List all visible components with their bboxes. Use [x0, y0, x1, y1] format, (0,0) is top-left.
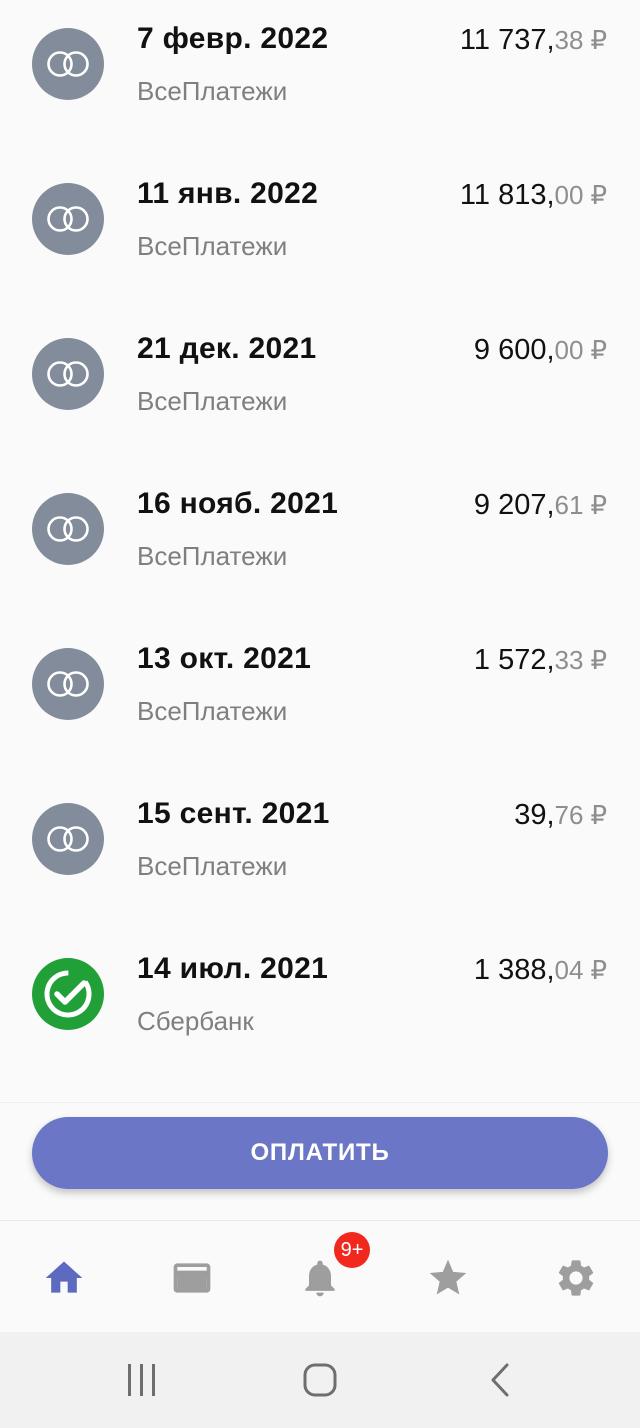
payment-system-icon — [32, 28, 104, 100]
nav-favorites[interactable] — [384, 1221, 512, 1333]
card-icon — [173, 1263, 211, 1293]
payment-provider: ВсеПлатежи — [137, 76, 288, 106]
payment-row[interactable]: 21 дек. 2021 ВсеПлатежи 9 600,00 ₽ — [0, 310, 640, 465]
amount-integer: 1 572, — [473, 644, 555, 676]
payment-provider: ВсеПлатежи — [137, 541, 288, 571]
payment-system-icon — [32, 803, 104, 875]
payment-system-icon — [32, 493, 104, 565]
payment-provider: Сбербанк — [137, 1006, 254, 1036]
payment-amount: 9 207,61 ₽ — [474, 489, 607, 522]
payment-provider: ВсеПлатежи — [137, 851, 288, 881]
payment-row[interactable]: 14 июл. 2021 Сбербанк 1 388,04 ₽ — [0, 930, 640, 1085]
payment-row[interactable]: 16 нояб. 2021 ВсеПлатежи 9 207,61 ₽ — [0, 465, 640, 620]
nav-home[interactable] — [0, 1221, 128, 1333]
app-screen: 7 февр. 2022 ВсеПлатежи 11 737,38 ₽ 11 ян… — [0, 0, 640, 1428]
bottom-navigation — [0, 1220, 640, 1332]
amount-fraction: 61 — [554, 490, 584, 520]
payment-amount: 11 813,00 ₽ — [460, 179, 607, 212]
back-button[interactable] — [458, 1332, 542, 1428]
currency-symbol: ₽ — [590, 490, 607, 520]
sberbank-logo-icon — [32, 958, 104, 1030]
pay-button[interactable]: ОПЛАТИТЬ — [32, 1117, 608, 1189]
back-chevron-icon — [491, 1363, 509, 1397]
payment-system-icon — [32, 183, 104, 255]
star-icon — [429, 1259, 467, 1295]
amount-fraction: 00 — [554, 335, 584, 365]
gear-icon — [558, 1260, 594, 1296]
payment-date: 16 нояб. 2021 — [137, 487, 339, 520]
nav-settings[interactable] — [512, 1221, 640, 1333]
payment-row[interactable]: 15 сент. 2021 ВсеПлатежи 39,76 ₽ — [0, 775, 640, 930]
amount-fraction: 04 — [554, 955, 584, 985]
payment-history-list: 7 февр. 2022 ВсеПлатежи 11 737,38 ₽ 11 ян… — [0, 0, 640, 1100]
amount-fraction: 38 — [554, 25, 584, 55]
recent-apps-button[interactable] — [100, 1332, 184, 1428]
payment-provider: ВсеПлатежи — [137, 231, 288, 261]
payment-date: 15 сент. 2021 — [137, 797, 330, 830]
payment-amount: 11 737,38 ₽ — [460, 24, 607, 57]
amount-integer: 11 813, — [459, 179, 555, 211]
home-outline-icon — [303, 1363, 337, 1397]
notification-badge: 9+ — [334, 1232, 370, 1268]
payment-date: 14 июл. 2021 — [137, 952, 329, 985]
payment-amount: 9 600,00 ₽ — [474, 334, 607, 367]
bell-icon — [305, 1260, 335, 1297]
payment-system-icon — [32, 338, 104, 410]
amount-integer: 11 737, — [459, 24, 555, 56]
payment-date: 21 дек. 2021 — [137, 332, 317, 365]
currency-symbol: ₽ — [590, 335, 607, 365]
pay-button-container: ОПЛАТИТЬ — [0, 1102, 640, 1220]
currency-symbol: ₽ — [590, 800, 607, 830]
amount-integer: 1 388, — [473, 954, 555, 986]
amount-fraction: 33 — [554, 645, 584, 675]
nav-cards[interactable] — [128, 1221, 256, 1333]
currency-symbol: ₽ — [590, 955, 607, 985]
payment-amount: 39,76 ₽ — [514, 799, 607, 832]
payment-amount: 1 388,04 ₽ — [474, 954, 607, 987]
payment-amount: 1 572,33 ₽ — [474, 644, 607, 677]
payment-row[interactable]: 7 февр. 2022 ВсеПлатежи 11 737,38 ₽ — [0, 0, 640, 155]
payment-row[interactable]: 11 янв. 2022 ВсеПлатежи 11 813,00 ₽ — [0, 155, 640, 310]
payment-system-icon — [32, 648, 104, 720]
payment-date: 13 окт. 2021 — [137, 642, 312, 675]
amount-fraction: 00 — [554, 180, 584, 210]
amount-integer: 39, — [514, 799, 555, 831]
amount-fraction: 76 — [554, 800, 584, 830]
recent-apps-icon — [128, 1364, 155, 1396]
currency-symbol: ₽ — [590, 25, 607, 55]
payment-provider: ВсеПлатежи — [137, 696, 288, 726]
system-navigation-bar — [0, 1332, 640, 1428]
amount-integer: 9 600, — [473, 334, 555, 366]
currency-symbol: ₽ — [590, 645, 607, 675]
home-system-button[interactable] — [278, 1332, 362, 1428]
payment-date: 7 февр. 2022 — [137, 22, 329, 55]
home-icon — [45, 1261, 83, 1293]
amount-integer: 9 207, — [473, 489, 555, 521]
payment-row[interactable]: 13 окт. 2021 ВсеПлатежи 1 572,33 ₽ — [0, 620, 640, 775]
payment-date: 11 янв. 2022 — [137, 177, 319, 210]
currency-symbol: ₽ — [590, 180, 607, 210]
payment-provider: ВсеПлатежи — [137, 386, 288, 416]
